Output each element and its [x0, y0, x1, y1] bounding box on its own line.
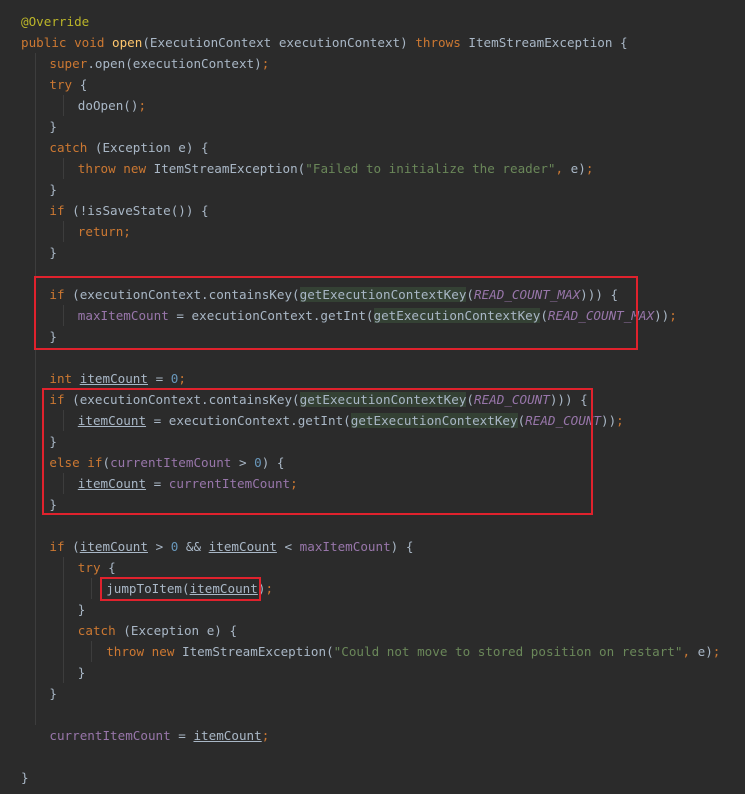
indent-guide — [63, 557, 64, 683]
code-line[interactable]: int itemCount = 0; — [49, 368, 186, 389]
code-token: } — [49, 686, 57, 701]
code-token: itemCount — [79, 371, 148, 386]
code-line[interactable]: currentItemCount = itemCount; — [49, 725, 269, 746]
code-line[interactable]: @Override — [21, 11, 89, 32]
code-token: super — [49, 56, 88, 71]
code-line[interactable]: if (!isSaveState()) { — [49, 200, 208, 221]
code-line[interactable]: } — [49, 116, 57, 137]
code-token: } — [77, 665, 86, 680]
code-token: < — [276, 539, 300, 554]
code-token: ; — [261, 56, 270, 71]
code-token: .open(executionContext) — [87, 56, 262, 71]
code-token: ; — [669, 308, 677, 323]
code-token: )) — [601, 413, 617, 428]
code-token: (Exception e) { — [94, 140, 209, 155]
code-token: } — [77, 602, 86, 617]
code-token: } — [21, 770, 29, 785]
code-token: maxItemCount — [299, 539, 391, 554]
code-token: ; — [265, 581, 274, 596]
code-token: throws — [415, 35, 469, 50]
code-token: { — [79, 77, 88, 92]
code-token: = — [147, 371, 171, 386]
code-line[interactable]: try { — [78, 557, 116, 578]
highlight-box-jump-to-item — [100, 577, 261, 601]
code-token: public void — [21, 35, 112, 50]
code-line[interactable]: } — [78, 599, 86, 620]
code-token: if — [49, 539, 73, 554]
code-token: doOpen() — [77, 98, 139, 113]
code-token: e) — [697, 644, 713, 659]
code-token: e) — [570, 161, 586, 176]
code-token: currentItemCount — [49, 728, 171, 743]
indent-guide — [63, 221, 64, 242]
code-token: ; — [261, 728, 270, 743]
code-token: ) { — [390, 539, 414, 554]
code-token: > — [147, 539, 171, 554]
code-token: catch — [77, 623, 124, 638]
code-token: (ExecutionContext executionContext) — [142, 35, 416, 50]
code-line[interactable]: } — [49, 683, 57, 704]
code-token: ItemStreamException( — [182, 644, 334, 659]
code-token: "Could not move to stored position on re… — [333, 644, 683, 659]
code-token: ; — [616, 413, 624, 428]
code-token: itemCount — [79, 539, 148, 554]
highlight-box-read-count-max — [34, 276, 638, 350]
code-token: throw new — [77, 161, 154, 176]
code-token: @Override — [21, 14, 90, 29]
code-token: ( — [72, 539, 80, 554]
code-token: ; — [178, 371, 186, 386]
indent-guide — [63, 95, 64, 116]
code-token: try — [77, 560, 109, 575]
code-token: catch — [49, 140, 95, 155]
code-line[interactable]: } — [49, 179, 57, 200]
code-line[interactable]: } — [49, 242, 57, 263]
code-editor[interactable]: @Override public void open(ExecutionConte… — [0, 0, 745, 794]
code-token: , — [682, 644, 698, 659]
code-line[interactable]: throw new ItemStreamException("Failed to… — [78, 158, 594, 179]
code-token: try — [49, 77, 80, 92]
code-line[interactable]: if (itemCount > 0 && itemCount < maxItem… — [49, 536, 413, 557]
code-token: } — [49, 182, 57, 197]
code-token: { — [108, 560, 116, 575]
highlight-box-read-count — [42, 388, 593, 515]
code-line[interactable]: return; — [78, 221, 131, 242]
code-token: itemCount — [193, 728, 262, 743]
code-token: throw new — [106, 644, 183, 659]
indent-guide — [91, 578, 92, 599]
code-token: if — [49, 203, 73, 218]
code-token: "Failed to initialize the reader" — [305, 161, 556, 176]
code-token: ; — [585, 161, 594, 176]
code-line[interactable]: doOpen(); — [78, 95, 146, 116]
code-token: (Exception e) { — [123, 623, 238, 638]
code-line[interactable]: super.open(executionContext); — [49, 53, 269, 74]
code-token: ItemStreamException( — [153, 161, 306, 176]
code-token: ; — [138, 98, 147, 113]
code-token: = — [170, 728, 194, 743]
code-line[interactable]: } — [78, 662, 86, 683]
code-token: open — [112, 35, 143, 50]
code-token: )) — [654, 308, 670, 323]
code-line[interactable]: public void open(ExecutionContext execut… — [21, 32, 628, 53]
code-token: , — [555, 161, 571, 176]
code-token: int — [49, 371, 80, 386]
code-token: return; — [77, 224, 131, 239]
code-token: } — [49, 119, 57, 134]
code-token: && — [178, 539, 209, 554]
indent-guide — [35, 53, 36, 725]
indent-guide — [91, 641, 92, 662]
code-token: ; — [712, 644, 721, 659]
code-token: } — [49, 245, 57, 260]
code-line[interactable]: try { — [49, 74, 87, 95]
code-line[interactable]: throw new ItemStreamException("Could not… — [106, 641, 720, 662]
code-line[interactable]: catch (Exception e) { — [78, 620, 237, 641]
code-token: ItemStreamException { — [468, 35, 628, 50]
code-line[interactable]: } — [21, 767, 29, 788]
indent-guide — [63, 158, 64, 179]
code-token: itemCount — [208, 539, 277, 554]
code-token: (!isSaveState()) { — [72, 203, 209, 218]
code-line[interactable]: catch (Exception e) { — [49, 137, 208, 158]
